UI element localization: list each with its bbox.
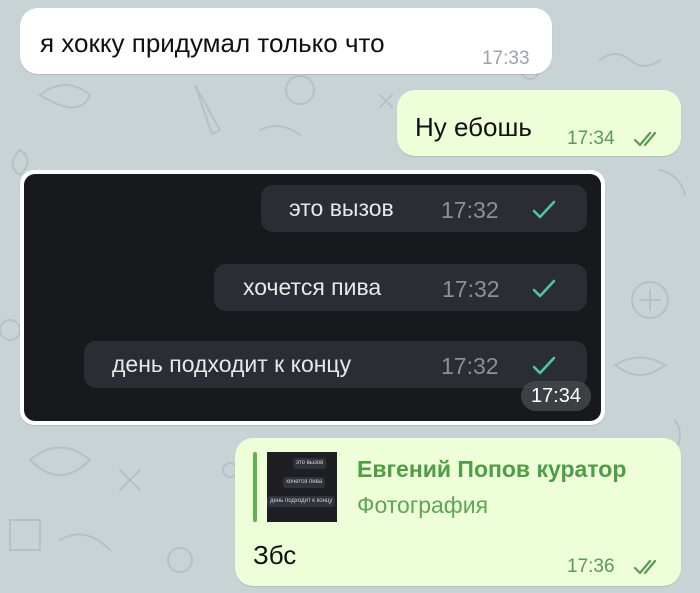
photo-chat-bubble: хочется пива 17:32 <box>214 264 587 311</box>
single-check-icon <box>532 200 556 219</box>
outgoing-reply-message[interactable]: это вызов хочется пива день подходит к к… <box>235 438 681 586</box>
photo-line-text: хочется пива <box>243 274 382 300</box>
thumbnail-line: день подходит к концу <box>267 496 336 507</box>
message-text: Збс <box>253 540 297 570</box>
photo-line-time: 17:32 <box>441 353 499 379</box>
reply-media-type: Фотография <box>357 492 489 518</box>
double-check-icon <box>633 559 657 575</box>
single-check-icon <box>532 356 556 375</box>
message-text: Ну ебошь <box>415 112 532 142</box>
photo-chat-bubble: это вызов 17:32 <box>261 185 587 232</box>
single-check-icon <box>532 279 556 298</box>
message-text: я хокку придумал только что <box>40 28 385 58</box>
message-time: 17:34 <box>567 128 615 149</box>
photo-message[interactable]: это вызов 17:32 хочется пива 17:32 день … <box>20 170 605 425</box>
photo-line-text: день подходит к концу <box>112 351 352 377</box>
outgoing-message[interactable]: Ну ебошь 17:34 <box>397 90 681 156</box>
photo-line-time: 17:32 <box>442 276 500 302</box>
double-check-icon <box>633 131 657 147</box>
photo-line-text: это вызов <box>289 195 394 221</box>
photo-line-time: 17:32 <box>441 197 499 223</box>
screenshot-photo[interactable]: это вызов 17:32 хочется пива 17:32 день … <box>24 174 601 421</box>
reply-author-name: Евгений Попов куратор <box>357 456 627 482</box>
thumbnail-line: это вызов <box>293 458 327 469</box>
message-time: 17:33 <box>482 48 530 69</box>
photo-time-badge: 17:34 <box>520 381 591 411</box>
incoming-message[interactable]: я хокку придумал только что 17:33 <box>20 8 552 74</box>
reply-quote-bar <box>253 452 257 522</box>
thumbnail-line: хочется пива <box>283 477 326 488</box>
message-time: 17:36 <box>567 556 615 577</box>
photo-chat-bubble: день подходит к концу 17:32 <box>84 341 587 388</box>
reply-photo-thumbnail[interactable]: это вызов хочется пива день подходит к к… <box>267 452 337 522</box>
